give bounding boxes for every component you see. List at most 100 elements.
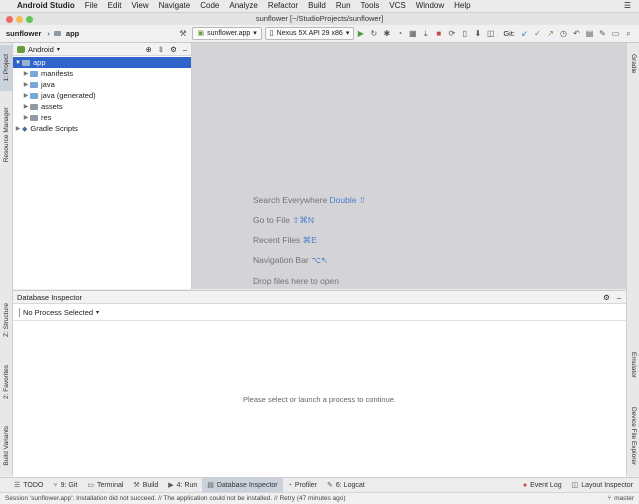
tab-gradle[interactable]: Gradle (627, 47, 639, 81)
editor-area[interactable]: Search Everywhere Double ⇧ Go to File ⇧⌘… (192, 43, 626, 289)
run-icon[interactable]: ▶ (355, 28, 366, 39)
hint-drop-files: Drop files here to open (253, 276, 339, 286)
build-hammer-icon[interactable]: ⚒ (177, 28, 188, 39)
menu-edit[interactable]: Edit (103, 0, 127, 12)
status-message[interactable]: Session 'sunflower.app': Installation di… (0, 495, 346, 502)
menu-refactor[interactable]: Refactor (263, 0, 303, 12)
chevron-down-icon[interactable]: ▾ (96, 309, 99, 316)
git-rollback-icon[interactable]: ↶ (571, 28, 582, 39)
breadcrumb-separator: › (47, 29, 50, 38)
device-manager-icon[interactable]: ▭ (610, 28, 621, 39)
collapsed-arrow-icon[interactable]: ▶ (14, 125, 22, 132)
tree-item-res[interactable]: ▶ res (13, 112, 191, 123)
collapse-all-icon[interactable]: ⇳ (158, 45, 164, 54)
menu-window[interactable]: Window (411, 0, 449, 12)
tab-git[interactable]: ⑂ 9: Git (48, 478, 82, 492)
tab-profiler[interactable]: ◔ Profiler (283, 478, 322, 492)
apply-changes-icon[interactable]: ↻ (368, 28, 379, 39)
minimize-window-button[interactable] (16, 16, 23, 23)
process-toolbar: No Process Selected ▾ (13, 305, 626, 321)
zoom-window-button[interactable] (26, 16, 33, 23)
close-window-button[interactable] (6, 16, 13, 23)
project-view-select[interactable]: Android (28, 45, 54, 54)
tab-build-variants[interactable]: Build Variants (0, 418, 12, 473)
tab-todo[interactable]: ☰ TODO (0, 478, 48, 492)
device-select[interactable]: ▯ Nexus 5X API 29 x86 ▾ (264, 27, 355, 40)
menu-app-name[interactable]: Android Studio (12, 0, 80, 12)
git-branch-widget[interactable]: master (614, 495, 634, 502)
collapsed-arrow-icon[interactable]: ▶ (22, 70, 30, 77)
tree-item-java-generated[interactable]: ▶ java (generated) (13, 90, 191, 101)
locate-target-icon[interactable]: ⊕ (146, 45, 152, 54)
toolbar-divider (19, 308, 20, 317)
layout-inspector-icon[interactable]: ◫ (485, 28, 496, 39)
tab-project[interactable]: 1: Project (0, 45, 12, 91)
menu-analyze[interactable]: Analyze (224, 0, 262, 12)
sdk-manager-icon[interactable]: ⬇ (472, 28, 483, 39)
git-history-icon[interactable]: ◷ (558, 28, 569, 39)
tab-device-file-explorer[interactable]: Device File Explorer (627, 396, 639, 476)
tab-structure[interactable]: Z: Structure (0, 295, 12, 345)
tab-database-inspector[interactable]: ▤ Database Inspector (202, 478, 283, 492)
tree-item-gradle-scripts[interactable]: ▶ ◆ Gradle Scripts (13, 123, 191, 134)
hint-recent-files: Recent Files ⌘E (253, 235, 317, 246)
menu-tools[interactable]: Tools (356, 0, 385, 12)
gear-icon[interactable]: ⚙ (603, 293, 610, 302)
window-titlebar: sunflower [~/StudioProjects/sunflower] (0, 13, 639, 25)
menu-file[interactable]: File (80, 0, 103, 12)
tab-device-file-explorer-label: Device File Explorer (630, 406, 637, 466)
expanded-arrow-icon[interactable]: ▼ (14, 60, 22, 66)
collapsed-arrow-icon[interactable]: ▶ (22, 103, 30, 110)
project-structure-icon[interactable]: ▤ (584, 28, 595, 39)
profile-icon[interactable]: ◔ (394, 28, 405, 39)
tab-run[interactable]: ▶ 4: Run (163, 478, 202, 492)
tree-item-app[interactable]: ▼ app (13, 57, 191, 68)
tab-build[interactable]: ⚒ Build (128, 478, 163, 492)
tab-event-log[interactable]: ● Event Log (518, 478, 567, 492)
tree-item-java[interactable]: ▶ java (13, 79, 191, 90)
git-push-icon[interactable]: ↗ (545, 28, 556, 39)
tab-event-log-label: Event Log (530, 481, 562, 489)
android-icon: ▣ (197, 30, 205, 37)
menu-code[interactable]: Code (195, 0, 224, 12)
collapsed-arrow-icon[interactable]: ▶ (22, 92, 30, 99)
menu-vcs[interactable]: VCS (384, 0, 410, 12)
tab-resource-manager[interactable]: Resource Manager (0, 95, 12, 175)
settings-wrench-icon[interactable]: ✎ (597, 28, 608, 39)
git-commit-icon[interactable]: ✓ (532, 28, 543, 39)
hide-panel-icon[interactable]: – (183, 45, 187, 54)
menu-help[interactable]: Help (449, 0, 475, 12)
stop-icon[interactable]: ■ (433, 28, 444, 39)
tree-item-manifests[interactable]: ▶ manifests (13, 68, 191, 79)
tab-layout-inspector[interactable]: ◫ Layout Inspector (567, 478, 639, 492)
git-update-icon[interactable]: ↙ (519, 28, 530, 39)
collapsed-arrow-icon[interactable]: ▶ (22, 114, 30, 121)
hide-panel-icon[interactable]: – (617, 293, 621, 302)
collapsed-arrow-icon[interactable]: ▶ (22, 81, 30, 88)
menu-view[interactable]: View (126, 0, 153, 12)
tab-logcat[interactable]: ✎ 6: Logcat (322, 478, 370, 492)
process-select[interactable]: No Process Selected (23, 308, 93, 317)
tab-favorites[interactable]: 2: Favorites (0, 357, 12, 407)
run-config-select[interactable]: ▣ sunflower.app ▾ (192, 27, 262, 40)
control-center-icon[interactable]: ☰ (619, 0, 639, 12)
gear-icon[interactable]: ⚙ (170, 45, 177, 54)
menu-run[interactable]: Run (331, 0, 356, 12)
tab-build-variants-label: Build Variants (2, 425, 10, 466)
menu-navigate[interactable]: Navigate (154, 0, 196, 12)
left-tool-stripe: 1: Project Resource Manager Z: Structure… (0, 43, 13, 476)
breadcrumb-module[interactable]: app (63, 29, 82, 38)
folder-icon (30, 92, 38, 99)
menu-build[interactable]: Build (303, 0, 331, 12)
debug-icon[interactable]: ✱ (381, 28, 392, 39)
tab-terminal[interactable]: ▭ Terminal (82, 478, 128, 492)
search-icon[interactable]: ⌕ (623, 28, 634, 39)
tree-item-assets[interactable]: ▶ assets (13, 101, 191, 112)
avd-manager-icon[interactable]: ▯ (459, 28, 470, 39)
attach-debugger-icon[interactable]: ⤓ (420, 28, 431, 39)
breadcrumb-project[interactable]: sunflower (0, 29, 44, 38)
sync-gradle-icon[interactable]: ⟳ (446, 28, 457, 39)
tab-emulator[interactable]: Emulator (627, 343, 639, 387)
coverage-icon[interactable]: ▦ (407, 28, 418, 39)
chevron-down-icon[interactable]: ▾ (57, 46, 60, 53)
